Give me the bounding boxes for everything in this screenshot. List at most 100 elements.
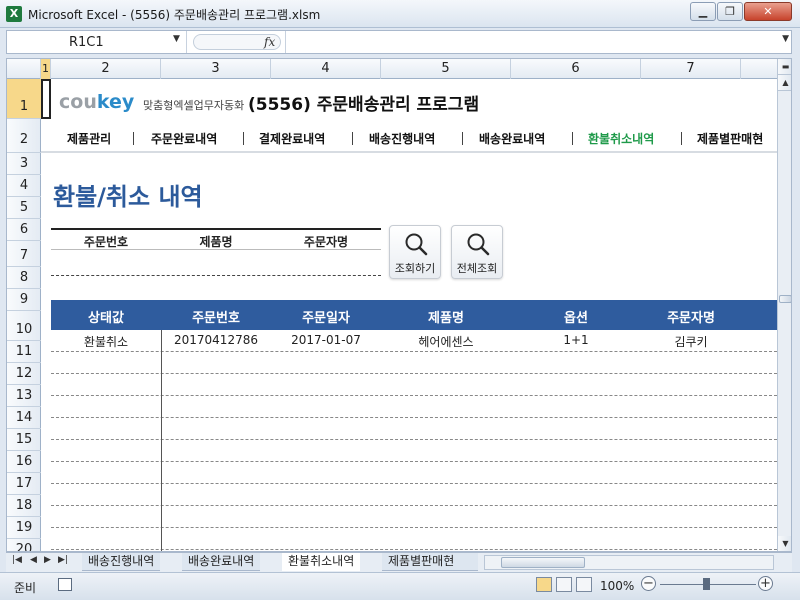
zoom-slider-knob[interactable]: [703, 578, 710, 590]
table-row[interactable]: [51, 418, 777, 440]
nav-item-refund-cancel[interactable]: 환불취소내역: [588, 130, 654, 147]
name-box[interactable]: R1C1 ▼: [7, 31, 187, 53]
row-headers: 1 2 3 4 5 6 7 8 9 10 11 12 13 14 15 16 1…: [7, 79, 41, 551]
expand-formula-icon[interactable]: ▼: [782, 34, 789, 44]
column-header[interactable]: 7: [641, 59, 741, 79]
nav-item-payment-complete[interactable]: 결제완료내역: [259, 130, 325, 147]
table-row[interactable]: [51, 484, 777, 506]
last-sheet-icon[interactable]: ▶|: [58, 555, 68, 565]
next-sheet-icon[interactable]: ▶: [44, 555, 51, 565]
search-header: 주문번호 제품명 주문자명: [51, 228, 381, 250]
row-header[interactable]: 1: [7, 79, 41, 119]
zoom-out-icon[interactable]: −: [641, 576, 656, 591]
table-row[interactable]: [51, 506, 777, 528]
horizontal-scroll-thumb[interactable]: [501, 557, 585, 568]
formula-bar: R1C1 ▼ fx ▼: [6, 30, 792, 54]
row-header[interactable]: 13: [7, 385, 41, 407]
row-header[interactable]: 20: [7, 539, 41, 551]
close-button[interactable]: ✕: [744, 2, 792, 21]
select-all-corner[interactable]: [7, 59, 41, 79]
view-all-button-label: 전체조회: [456, 262, 498, 275]
row-header[interactable]: 11: [7, 341, 41, 363]
table-row[interactable]: [51, 440, 777, 462]
nav-item-shipping-complete[interactable]: 배송완료내역: [479, 130, 545, 147]
sheet-tab-shipping-progress[interactable]: 배송진행내역: [82, 553, 161, 571]
program-title: (5556) 주문배송관리 프로그램: [248, 95, 480, 115]
column-header[interactable]: 6: [511, 59, 641, 79]
row-header[interactable]: 14: [7, 407, 41, 429]
row-header[interactable]: 6: [7, 219, 41, 241]
search-button[interactable]: 조회하기: [389, 225, 441, 279]
table-row[interactable]: [51, 352, 777, 374]
column-header[interactable]: 5: [381, 59, 511, 79]
cell-order-date: 2017-01-07: [291, 333, 361, 347]
scroll-down-icon[interactable]: ▼: [778, 536, 791, 551]
menu-nav: 제품관리 주문완료내역 결제완료내역 배송진행내역 배송완료내역 환불취소내역 …: [41, 123, 777, 153]
scroll-up-icon[interactable]: ▲: [778, 75, 791, 91]
sheet-tab-sales-by-product[interactable]: 제품별판매현: [382, 553, 478, 571]
row-header[interactable]: 19: [7, 517, 41, 539]
first-sheet-icon[interactable]: |◀: [12, 555, 22, 565]
nav-item-products[interactable]: 제품관리: [67, 130, 111, 147]
row-header[interactable]: 3: [7, 153, 41, 175]
excel-app-icon[interactable]: X: [6, 6, 22, 22]
column-header[interactable]: 1: [41, 59, 51, 79]
search-label-orderer: 주문자명: [303, 235, 349, 249]
logo-tagline: 맞춤형엑셀업무자동화: [143, 99, 245, 112]
formula-input[interactable]: [285, 31, 775, 53]
coukey-logo: coukey: [59, 91, 135, 113]
page-layout-view-icon[interactable]: [556, 577, 572, 592]
row-header[interactable]: 9: [7, 289, 41, 311]
chevron-down-icon[interactable]: ▼: [173, 34, 180, 44]
nav-item-order-complete[interactable]: 주문완료내역: [151, 130, 217, 147]
minimize-button[interactable]: ▁: [690, 2, 716, 21]
row-header[interactable]: 2: [7, 119, 41, 153]
zoom-in-icon[interactable]: +: [758, 576, 773, 591]
row-header[interactable]: 4: [7, 175, 41, 197]
column-header[interactable]: 3: [161, 59, 271, 79]
column-header[interactable]: 4: [271, 59, 381, 79]
cell-option: 1+1: [563, 333, 589, 347]
normal-view-icon[interactable]: [536, 577, 552, 592]
macro-record-icon[interactable]: [58, 578, 72, 591]
row-header[interactable]: 7: [7, 241, 41, 267]
row-header[interactable]: 10: [7, 311, 41, 341]
row-header[interactable]: 5: [7, 197, 41, 219]
row-header[interactable]: 17: [7, 473, 41, 495]
restore-button[interactable]: ❐: [717, 2, 743, 21]
prev-sheet-icon[interactable]: ◀: [30, 555, 37, 565]
row-header[interactable]: 18: [7, 495, 41, 517]
page-break-view-icon[interactable]: [576, 577, 592, 592]
row-header[interactable]: 16: [7, 451, 41, 473]
vertical-scroll-thumb[interactable]: [779, 295, 791, 303]
column-order-no: 주문번호: [192, 311, 240, 326]
insert-function-icon[interactable]: fx: [264, 35, 275, 49]
split-handle-icon[interactable]: ▬: [778, 59, 791, 75]
horizontal-scrollbar[interactable]: [484, 555, 774, 570]
table-row[interactable]: 환불취소 20170412786 2017-01-07 헤어에센스 1+1 김쿠…: [51, 330, 777, 352]
order-no-input[interactable]: [51, 252, 161, 274]
sheet-tab-refund-cancel[interactable]: 환불취소내역: [282, 553, 361, 571]
nav-item-shipping-progress[interactable]: 배송진행내역: [369, 130, 435, 147]
zoom-level[interactable]: 100%: [600, 579, 634, 593]
column-order-date: 주문일자: [302, 311, 350, 326]
name-box-value: R1C1: [69, 35, 104, 50]
view-all-button[interactable]: 전체조회: [451, 225, 503, 279]
orderer-name-input[interactable]: [271, 252, 381, 274]
nav-item-sales-by-product[interactable]: 제품별판매현: [697, 130, 763, 147]
active-cell-r1c1[interactable]: [41, 79, 51, 119]
row-header[interactable]: 8: [7, 267, 41, 289]
column-status: 상태값: [88, 311, 124, 326]
table-row[interactable]: [51, 396, 777, 418]
row-header[interactable]: 12: [7, 363, 41, 385]
table-row[interactable]: [51, 462, 777, 484]
cell-grid[interactable]: coukey 맞춤형엑셀업무자동화 (5556) 주문배송관리 프로그램 제품관…: [41, 79, 777, 551]
column-header[interactable]: 2: [51, 59, 161, 79]
table-row[interactable]: [51, 374, 777, 396]
vertical-scrollbar[interactable]: ▬ ▲ ▼: [777, 59, 791, 551]
sheet-tab-shipping-complete[interactable]: 배송완료내역: [182, 553, 261, 571]
table-row[interactable]: [51, 528, 777, 550]
product-name-input[interactable]: [161, 252, 271, 274]
row-header[interactable]: 15: [7, 429, 41, 451]
column-orderer: 주문자명: [667, 311, 715, 326]
